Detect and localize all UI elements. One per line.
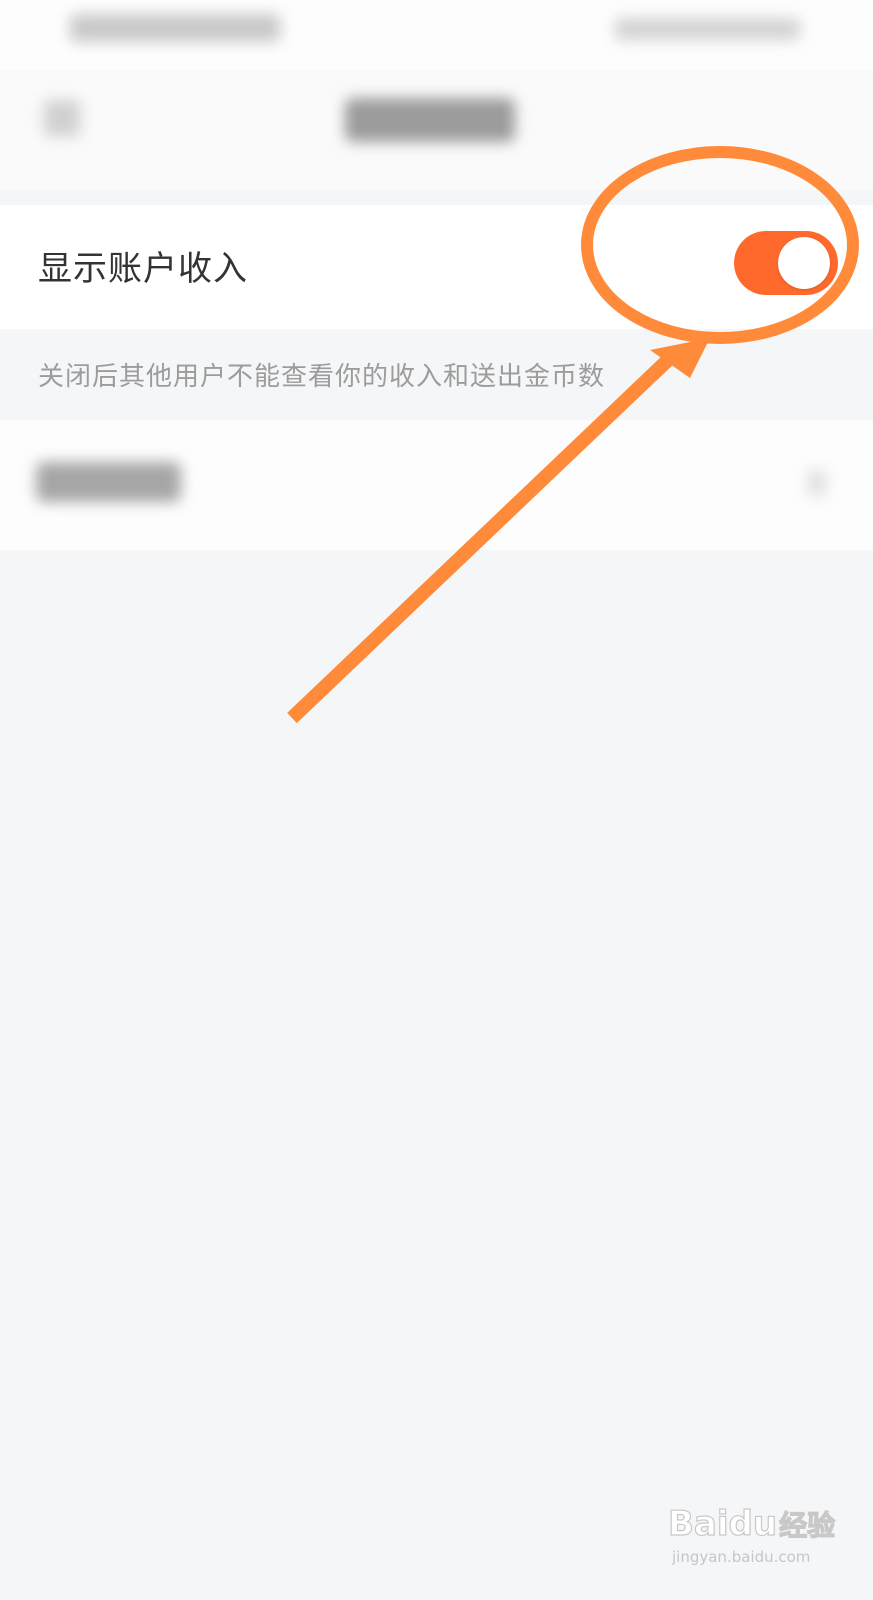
nav-bar [0, 70, 873, 190]
page-title [345, 98, 515, 142]
annotation-arrow-head [650, 338, 710, 378]
setting-row-blurred[interactable] [0, 420, 873, 550]
status-bar-left-info [70, 14, 280, 42]
watermark-logo: Baidu经验 [667, 1503, 836, 1544]
toggle-knob [778, 237, 830, 289]
watermark-url: jingyan.baidu.com [672, 1548, 811, 1566]
setting-label-show-income: 显示账户收入 [38, 249, 248, 289]
status-bar-right-info [615, 18, 800, 40]
watermark-brand: Baidu [667, 1503, 778, 1544]
back-icon[interactable] [44, 100, 80, 136]
setting-description: 关闭后其他用户不能查看你的收入和送出金币数 [38, 362, 606, 392]
watermark-brand-cn: 经验 [778, 1508, 836, 1542]
status-bar [0, 0, 873, 70]
show-income-toggle[interactable] [734, 231, 838, 295]
setting-label-blurred [36, 462, 181, 502]
setting-row-show-income: 显示账户收入 [0, 205, 873, 329]
chevron-right-icon [808, 470, 826, 496]
baidu-jingyan-watermark: Baidu经验 jingyan.baidu.com [667, 1500, 838, 1570]
